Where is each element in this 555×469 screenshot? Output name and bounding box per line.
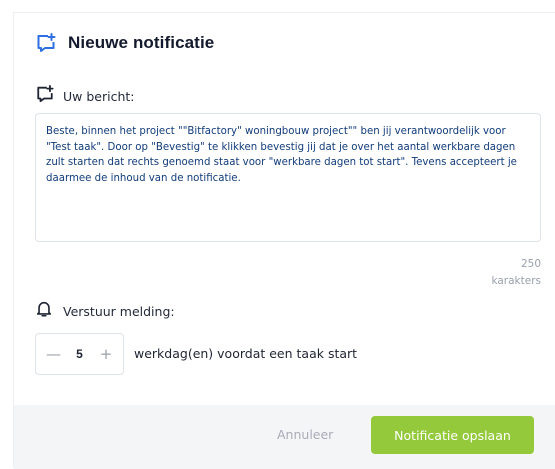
cancel-button[interactable]: Annuleer [277, 427, 333, 442]
modal-footer: Annuleer Notificatie opslaan [14, 405, 555, 469]
modal-header: Nieuwe notificatie [36, 33, 214, 53]
message-plus-icon [36, 33, 56, 53]
character-counter: 250 karakters [491, 256, 541, 290]
notify-label: Verstuur melding: [63, 303, 175, 319]
bell-icon [35, 300, 53, 322]
message-textarea[interactable]: Beste, binnen het project ""Bitfactory" … [35, 113, 541, 242]
decrement-button[interactable]: — [46, 345, 61, 363]
notify-label-row: Verstuur melding: [35, 300, 175, 322]
message-label-row: Uw bericht: [36, 85, 135, 107]
workdays-stepper[interactable]: — 5 + [35, 333, 124, 375]
save-notification-button[interactable]: Notificatie opslaan [371, 416, 534, 454]
stepper-value: 5 [76, 347, 83, 361]
character-count: 250 [520, 258, 541, 270]
increment-button[interactable]: + [99, 345, 113, 363]
stepper-suffix: werkdag(en) voordat een taak start [134, 346, 358, 361]
message-label: Uw bericht: [63, 88, 135, 104]
notification-modal: Nieuwe notificatie Uw bericht: Beste, bi… [13, 12, 555, 469]
modal-title: Nieuwe notificatie [68, 33, 215, 52]
message-plus-icon [36, 85, 54, 107]
character-unit: karakters [491, 275, 541, 287]
